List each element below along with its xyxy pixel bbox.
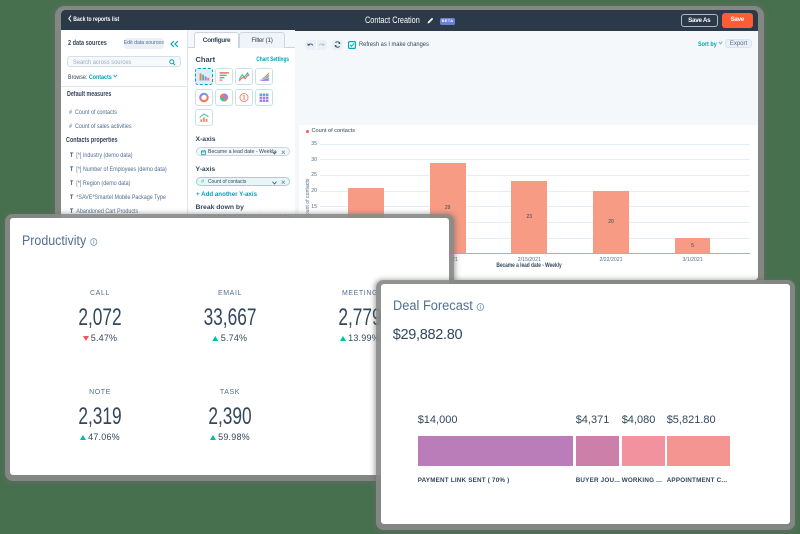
svg-text:1: 1 <box>242 95 246 102</box>
